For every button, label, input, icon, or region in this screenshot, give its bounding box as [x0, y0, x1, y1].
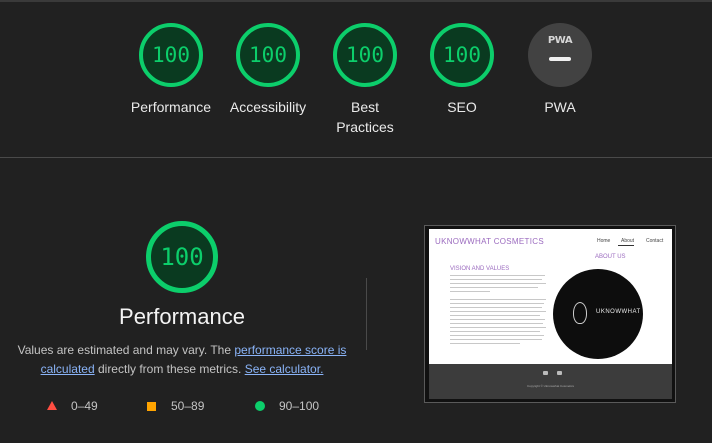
thumbnail-vision-heading: VISION AND VALUES: [450, 266, 510, 272]
text-line: [450, 299, 546, 300]
legend-average-range: 50–89: [171, 399, 205, 413]
accessibility-score: 100: [249, 43, 287, 67]
thumbnail-nav-underline: [618, 245, 634, 246]
pwa-badge[interactable]: PWA: [528, 23, 592, 87]
email-icon: [557, 371, 562, 375]
text-line: [450, 335, 544, 336]
legend-pass-range: 90–100: [279, 399, 320, 413]
main-performance-gauge: 100: [146, 221, 218, 293]
main-performance-title: Performance: [119, 304, 245, 329]
text-line: [450, 279, 542, 280]
performance-description: Values are estimated and may vary. The p…: [14, 341, 350, 379]
section-divider: [0, 157, 712, 158]
top-border: [0, 0, 712, 2]
performance-score: 100: [152, 43, 190, 67]
thumbnail-logo-text: UKNOWWHAT: [596, 309, 641, 315]
text-line: [450, 327, 546, 328]
description-text-2: directly from these metrics.: [94, 362, 245, 376]
text-line: [450, 315, 540, 316]
text-line: [450, 291, 490, 292]
pwa-label[interactable]: PWA: [500, 97, 620, 117]
legend-pass: 90–100: [255, 398, 335, 414]
text-line: [450, 339, 542, 340]
legend-fail-range: 0–49: [71, 399, 98, 413]
accessibility-gauge[interactable]: 100: [236, 23, 300, 87]
thumbnail-copyright: Copyright © Uknowwhat Cosmetics: [526, 384, 575, 388]
text-line: [450, 303, 544, 304]
final-screenshot-thumbnail[interactable]: UKNOWWHAT COSMETICS Home About Contact A…: [424, 225, 676, 403]
legend-average: 50–89: [147, 398, 217, 414]
see-calculator-link[interactable]: See calculator.: [245, 362, 324, 376]
performance-gauge[interactable]: 100: [139, 23, 203, 87]
accessibility-label[interactable]: Accessibility: [208, 97, 328, 117]
face-logo-icon: [573, 302, 587, 324]
text-line: [450, 307, 542, 308]
pwa-dash-icon: [549, 57, 571, 61]
thumbnail-nav-contact: Contact: [646, 238, 664, 244]
thumbnail-brand: UKNOWWHAT COSMETICS: [435, 237, 544, 246]
thumbnail-footer: Copyright © Uknowwhat Cosmetics: [429, 364, 672, 399]
text-line: [450, 323, 543, 324]
pass-circle-icon: [255, 401, 265, 411]
best-practices-score: 100: [346, 43, 384, 67]
screenshot-page: UKNOWWHAT COSMETICS Home About Contact A…: [429, 229, 672, 399]
text-line: [450, 311, 546, 312]
main-performance-score: 100: [160, 243, 204, 271]
thumbnail-about-heading: ABOUT US: [595, 254, 626, 260]
instagram-icon: [543, 371, 548, 375]
text-line: [450, 331, 540, 332]
pwa-badge-text: PWA: [547, 35, 573, 46]
seo-score: 100: [443, 43, 481, 67]
description-text-1: Values are estimated and may vary. The: [17, 343, 235, 357]
fail-triangle-icon: [47, 401, 57, 410]
best-practices-label[interactable]: Best Practices: [325, 97, 405, 137]
vertical-divider: [366, 278, 367, 350]
thumbnail-nav-about: About: [621, 238, 635, 244]
text-line: [450, 287, 538, 288]
text-line: [450, 319, 545, 320]
best-practices-gauge[interactable]: 100: [333, 23, 397, 87]
legend-fail: 0–49: [47, 398, 107, 414]
seo-gauge[interactable]: 100: [430, 23, 494, 87]
text-line: [450, 343, 520, 344]
average-square-icon: [147, 402, 156, 411]
text-line: [450, 283, 546, 284]
thumbnail-nav-home: Home: [597, 238, 611, 244]
text-line: [450, 275, 545, 276]
